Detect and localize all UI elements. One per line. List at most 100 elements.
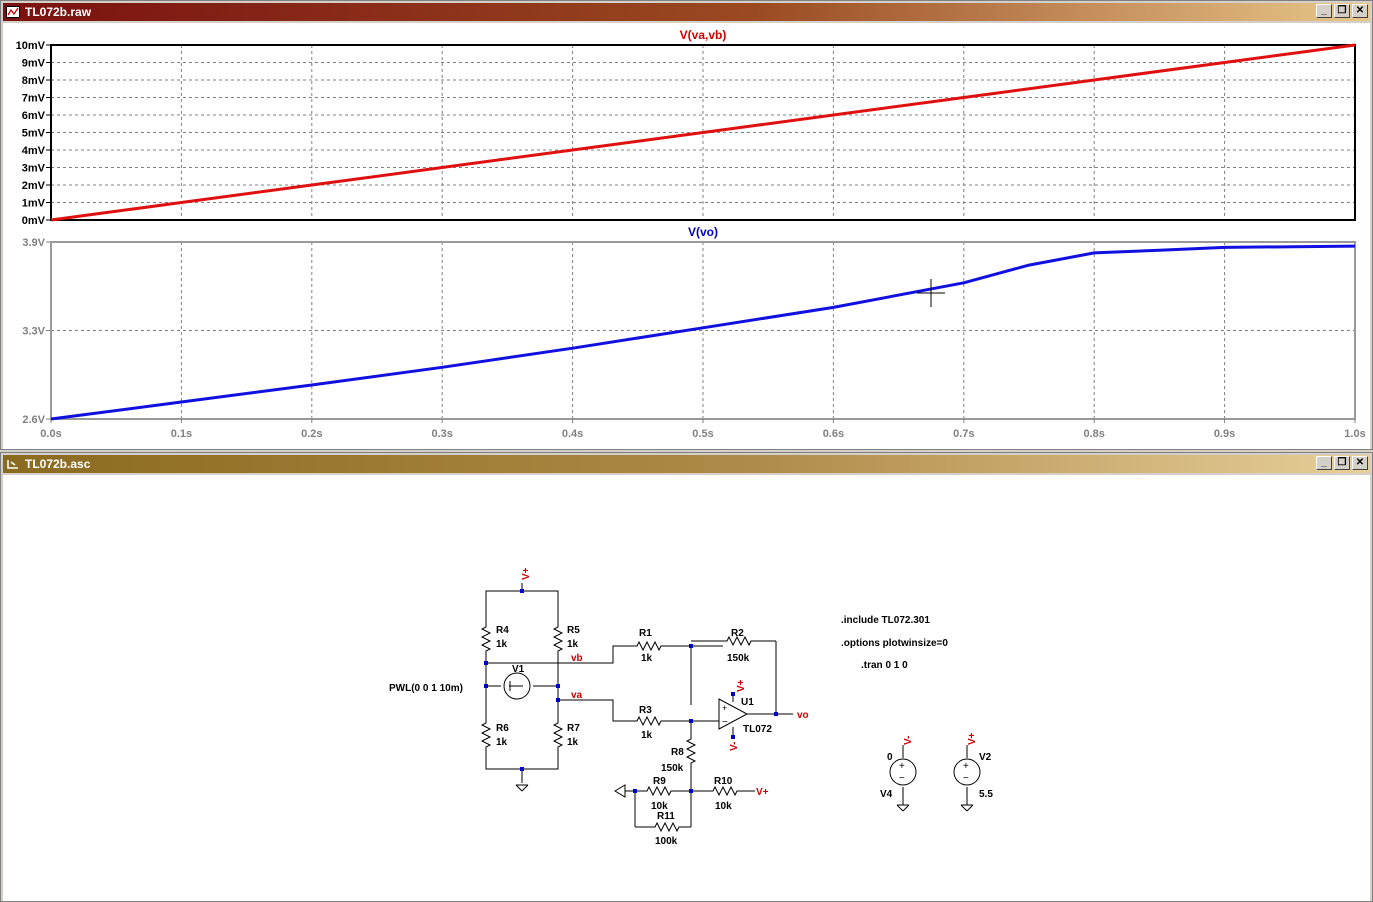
net-vo: vo xyxy=(797,710,809,721)
schematic-app-icon xyxy=(5,457,21,471)
resistor-r5[interactable] xyxy=(553,622,563,656)
minimize-icon: _ xyxy=(1321,457,1327,468)
restore-button[interactable]: ❐ xyxy=(1334,456,1350,470)
ground-icon xyxy=(515,784,529,792)
pane-va-vb[interactable]: 0mV 1mV 2mV 3mV 4mV 5mV 6mV 7mV 8mV 9mV 10mV V(va,v… xyxy=(16,28,1356,227)
y-tick-label: 1mV xyxy=(22,198,46,210)
waveform-titlebar[interactable]: TL072b.raw _ ❐ ✕ xyxy=(3,3,1370,21)
ground-icon xyxy=(960,804,974,812)
svg-text:−: − xyxy=(963,773,969,784)
net-vminus-opamp: V- xyxy=(729,742,740,751)
value-r11: 100k xyxy=(655,836,678,847)
svg-text:+: + xyxy=(899,761,905,772)
directive-tran[interactable]: .tran 0 1 0 xyxy=(861,660,908,671)
chart-title[interactable]: V(va,vb) xyxy=(680,28,727,42)
y-tick-label: 3.9V xyxy=(22,237,45,249)
pane-vo[interactable]: 2.6V 3.3V 3.9V V(vo) 0.0s 0.1s 0.2s 0.3s 0.4s 0.5… xyxy=(22,225,1365,440)
resistor-r9[interactable] xyxy=(642,786,676,796)
label-r11: R11 xyxy=(657,811,675,822)
label-v4: V4 xyxy=(880,789,893,800)
label-u1: U1 xyxy=(741,697,754,708)
waveform-plot-area[interactable]: 0mV 1mV 2mV 3mV 4mV 5mV 6mV 7mV 8mV 9mV 10mV V(va,v… xyxy=(3,23,1370,449)
net-vplus-r10: V+ xyxy=(756,787,769,798)
label-r1: R1 xyxy=(639,628,652,639)
y-tick-label: 0mV xyxy=(22,215,46,227)
close-button[interactable]: ✕ xyxy=(1352,456,1368,470)
y-tick-label: 4mV xyxy=(22,145,46,157)
x-tick-label: 0.7s xyxy=(953,428,974,440)
svg-text:−: − xyxy=(899,773,905,784)
net-vplus-opamp: V+ xyxy=(736,679,747,692)
value-r1: 1k xyxy=(641,653,653,664)
value-u1: TL072 xyxy=(743,724,772,735)
value-v2: 5.5 xyxy=(979,789,993,800)
ground-icon xyxy=(896,804,910,812)
close-icon: ✕ xyxy=(1355,5,1365,16)
close-icon: ✕ xyxy=(1355,457,1365,468)
directive-options[interactable]: .options plotwinsize=0 xyxy=(841,638,948,649)
source-v1-icon[interactable] xyxy=(503,672,531,700)
restore-icon: ❐ xyxy=(1337,457,1347,468)
schematic-title: TL072b.asc xyxy=(25,457,91,471)
label-r9: R9 xyxy=(653,776,666,787)
y-tick-label: 8mV xyxy=(22,75,46,87)
label-v2: V2 xyxy=(979,752,992,763)
net-vplus-top: V+ xyxy=(521,567,532,580)
resistor-r10[interactable] xyxy=(708,786,742,796)
schematic-drawing[interactable]: + − + − + − R4 1k R5 1k R6 1k R7 1k R1 1… xyxy=(3,475,1372,901)
restore-icon: ❐ xyxy=(1337,5,1347,16)
x-tick-label: 1.0s xyxy=(1344,428,1365,440)
resistor-r7[interactable] xyxy=(553,718,563,752)
y-tick-label: 2mV xyxy=(22,180,46,192)
svg-text:+: + xyxy=(722,703,727,713)
svg-text:+: + xyxy=(963,761,969,772)
net-va: va xyxy=(571,690,583,701)
source-v2-icon[interactable]: + − xyxy=(953,758,981,786)
schematic-window: TL072b.asc _ ❐ ✕ + − + − + − R4 1k R5 1k… xyxy=(0,452,1373,902)
value-r7: 1k xyxy=(567,737,579,748)
minimize-button[interactable]: _ xyxy=(1316,4,1332,18)
label-r4: R4 xyxy=(496,625,509,636)
restore-button[interactable]: ❐ xyxy=(1334,4,1350,18)
value-r3: 1k xyxy=(641,730,653,741)
x-tick-label: 0.5s xyxy=(692,428,713,440)
label-r8: R8 xyxy=(671,747,684,758)
resistor-r4[interactable] xyxy=(481,622,491,656)
waveform-window: TL072b.raw _ ❐ ✕ 0mV 1mV 2mV 3mV 4mV 5mV 6mV 7m… xyxy=(0,0,1373,450)
waveform-plots[interactable]: 0mV 1mV 2mV 3mV 4mV 5mV 6mV 7mV 8mV 9mV 10mV V(va,v… xyxy=(3,23,1372,449)
source-v4-icon[interactable]: + − xyxy=(889,758,917,786)
schematic-canvas[interactable]: + − + − + − R4 1k R5 1k R6 1k R7 1k R1 1… xyxy=(3,475,1370,901)
junction-dots xyxy=(484,589,778,793)
label-r3: R3 xyxy=(639,705,652,716)
y-tick-label: 3.3V xyxy=(22,326,45,338)
label-r5: R5 xyxy=(567,625,580,636)
waveform-app-icon xyxy=(5,5,21,19)
y-tick-label: 10mV xyxy=(16,40,46,52)
value-v1: PWL(0 0 1 10m) xyxy=(389,683,463,694)
y-tick-label: 9mV xyxy=(22,58,46,70)
resistor-r11[interactable] xyxy=(650,822,684,832)
crosshair-cursor-icon xyxy=(917,279,945,307)
schematic-titlebar[interactable]: TL072b.asc _ ❐ ✕ xyxy=(3,455,1370,473)
resistor-r8[interactable] xyxy=(686,734,696,768)
directive-include[interactable]: .include TL072.301 xyxy=(841,615,930,626)
waveform-title: TL072b.raw xyxy=(25,5,92,19)
value-v4: 0 xyxy=(887,752,893,763)
resistor-r3[interactable] xyxy=(632,716,666,726)
net-vplus-v2: V+ xyxy=(967,732,978,745)
resistor-r1[interactable] xyxy=(632,641,666,651)
chart-title[interactable]: V(vo) xyxy=(688,225,718,239)
y-tick-label: 2.6V xyxy=(22,414,45,426)
close-button[interactable]: ✕ xyxy=(1352,4,1368,18)
x-tick-label: 0.8s xyxy=(1083,428,1104,440)
value-r8: 150k xyxy=(661,763,684,774)
minimize-button[interactable]: _ xyxy=(1316,456,1332,470)
x-tick-label: 0.6s xyxy=(823,428,844,440)
y-tick-label: 5mV xyxy=(22,128,46,140)
resistor-r6[interactable] xyxy=(481,718,491,752)
value-r5: 1k xyxy=(567,639,579,650)
net-vminus-v4: V- xyxy=(903,736,914,745)
x-tick-label: 0.3s xyxy=(431,428,452,440)
x-tick-label: 0.1s xyxy=(171,428,192,440)
y-tick-label: 7mV xyxy=(22,93,46,105)
